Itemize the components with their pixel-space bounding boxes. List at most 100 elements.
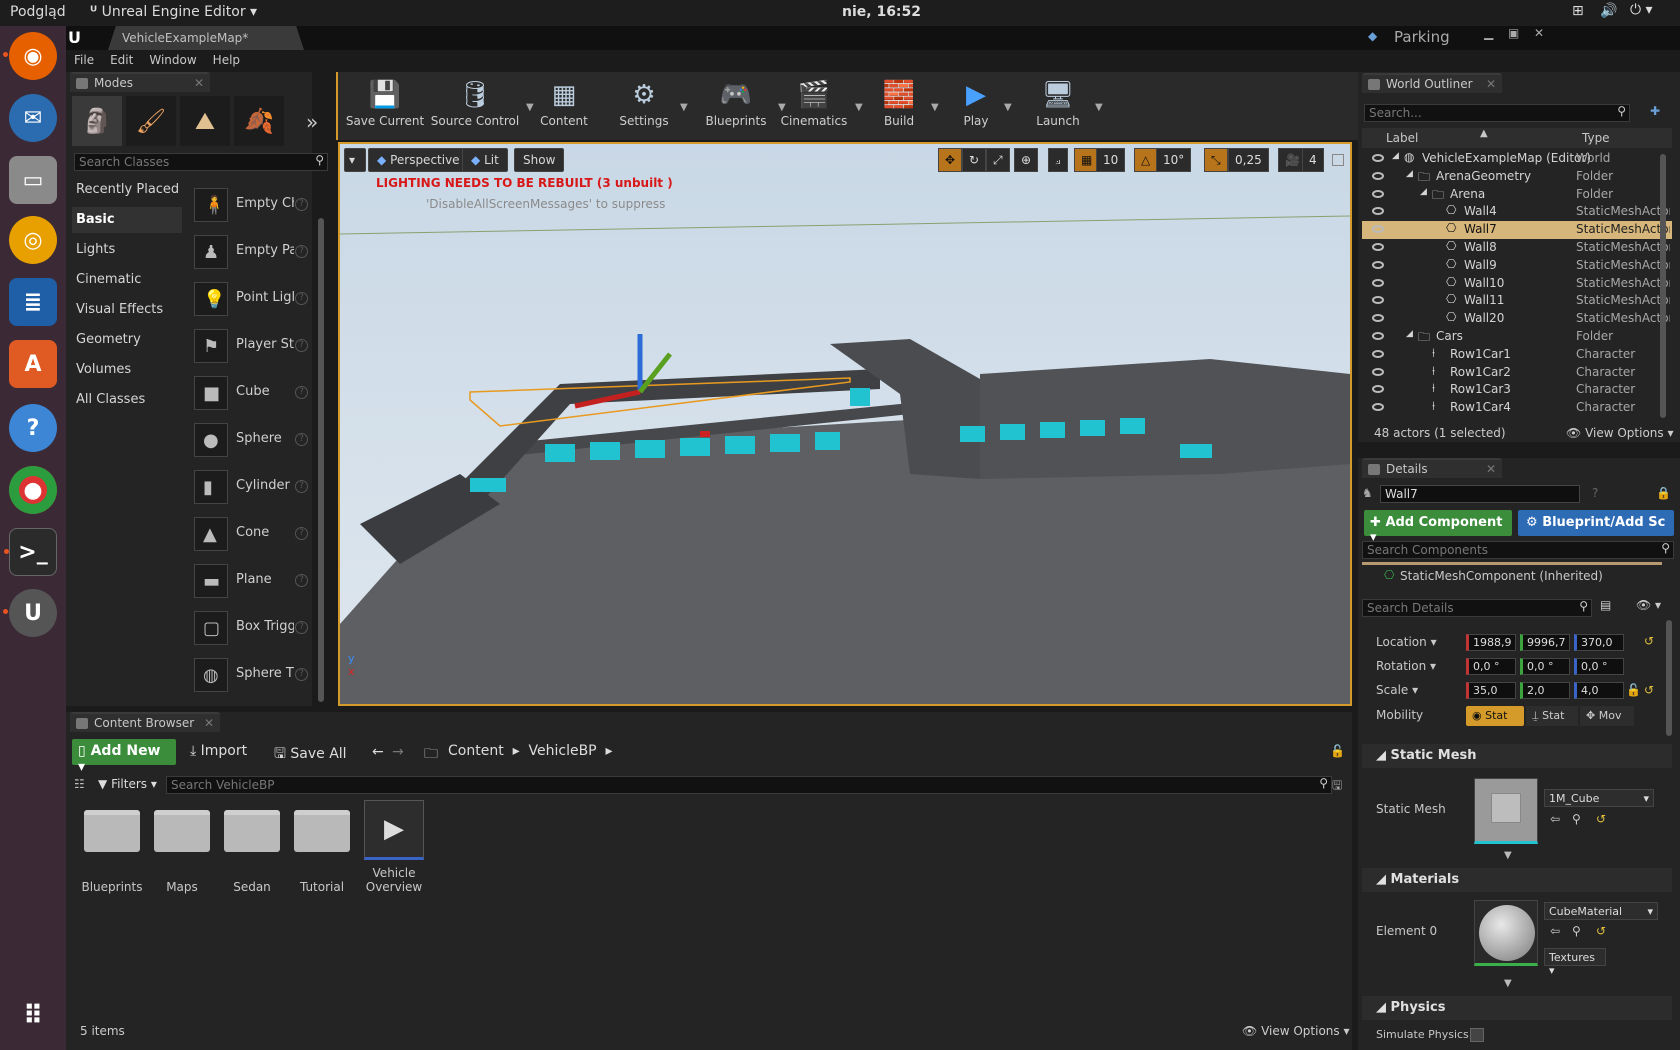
filters-button[interactable]: ▼ Filters ▾ [98,777,157,791]
maximize-viewport-icon[interactable] [1332,154,1344,166]
scale-snap-value[interactable]: 0,25 [1228,148,1269,172]
close-tab-icon[interactable]: ✕ [1486,462,1496,476]
eye-icon[interactable] [1372,367,1384,376]
place-item[interactable]: ◍ Sphere T? [194,654,308,696]
sources-panel-icon[interactable]: ☷ [74,777,85,791]
material-thumbnail[interactable] [1474,900,1538,966]
help-icon[interactable]: ? [295,527,308,540]
rotation-snap-icon[interactable]: △ [1134,148,1158,172]
mobility-static-button[interactable]: ◉ Stat [1466,706,1524,726]
chevron-down-icon[interactable]: ▼ [931,102,939,113]
eye-icon[interactable] [1372,314,1384,323]
content-item[interactable]: Sedan [220,810,284,894]
eye-icon[interactable] [1372,207,1384,216]
more-modes-icon[interactable]: » [306,110,318,134]
outliner-row[interactable]: ⍿ Row1Car3 Character [1362,381,1672,399]
terminal-icon[interactable]: >_ [4,528,57,576]
eye-icon[interactable] [1372,332,1384,340]
thunderbird-icon[interactable]: ✉ [9,94,57,142]
help-icon[interactable]: ? [1592,486,1598,500]
outliner-row[interactable]: ⎔ Wall9 StaticMeshActor [1362,257,1672,275]
content-view-options[interactable]: 👁 View Options ▾ [1242,1024,1350,1038]
expand-arrow-icon[interactable]: ◢ [1420,187,1427,197]
scale-snap-icon[interactable]: ⤡ [1204,148,1228,172]
outliner-row[interactable]: ⎔ Wall10 StaticMeshActor [1362,275,1672,293]
toolbar-settings-button[interactable]: ⚙ Settings [610,76,678,134]
scale-y[interactable]: 2,0 [1520,682,1570,699]
outliner-scrollbar[interactable] [1660,154,1666,418]
help-icon[interactable]: ? [295,621,308,634]
category-lights[interactable]: Lights [72,237,182,263]
place-item[interactable]: ♟ Empty Pa? [194,231,308,273]
category-basic[interactable]: Basic [72,207,182,233]
expand-arrow-icon[interactable]: ◢ [1406,329,1413,339]
outliner-row[interactable]: ◢ 🗀 Arena Folder [1362,186,1672,204]
forward-icon[interactable]: → [392,744,404,760]
chevron-down-icon[interactable]: ▼ [680,102,688,113]
label-column-header[interactable]: Label [1386,131,1418,145]
rhythmbox-icon[interactable]: ◎ [9,216,57,264]
expand-arrow-icon[interactable]: ◢ [1392,151,1399,161]
location-label[interactable]: Location ▾ [1376,635,1437,649]
rotation-x[interactable]: 0,0 ° [1466,658,1516,675]
save-all-button[interactable]: 🖫 Save All [274,743,347,767]
eye-icon[interactable] [1372,278,1384,287]
scale-label[interactable]: Scale ▾ [1376,683,1418,697]
toolbar-content-button[interactable]: ▦ Content [534,76,594,134]
outliner-view-options[interactable]: 👁 View Options ▾ [1566,426,1674,440]
details-tab[interactable]: Details ✕ [1362,458,1502,478]
actor-name-field[interactable]: Wall7 [1380,485,1580,503]
details-view-options-icon[interactable]: 👁 ▾ [1636,598,1661,612]
maximize-icon[interactable]: ▣ [1508,26,1519,40]
component-row[interactable]: ⎔ StaticMeshComponent (Inherited) [1362,562,1662,586]
window-title[interactable]: ᵁ Unreal Engine Editor ▾ [90,4,257,20]
toolbar-build-button[interactable]: 🧱 Build [869,76,929,134]
place-item[interactable]: ▬ Plane? [194,560,308,602]
close-icon[interactable]: ✕ [1534,26,1544,40]
outliner-tab[interactable]: World Outliner ✕ [1362,73,1502,93]
toolbar-cinematics-button[interactable]: 🎬 Cinematics [775,76,853,134]
location-y[interactable]: 9996,7 [1520,634,1570,651]
chevron-down-icon[interactable]: ▼ [1095,102,1103,113]
chevron-down-icon[interactable]: ▼ [855,102,863,113]
static-mesh-section[interactable]: ◢ Static Mesh [1362,744,1672,768]
location-z[interactable]: 370,0 [1574,634,1624,651]
add-component-button[interactable]: ✚ Add Component ▾ [1364,510,1512,545]
toolbar-launch-button[interactable]: 🖥 Launch [1023,76,1093,134]
help-icon[interactable]: ? [295,292,308,305]
menu-file[interactable]: File [66,50,102,70]
static-mesh-dropdown[interactable]: 1M_Cube ▾ [1544,789,1654,807]
eye-icon[interactable] [1372,189,1384,198]
content-search-input[interactable]: Search VehicleBP ⚲ [166,776,1332,794]
breadcrumb-content[interactable]: Content [448,743,504,759]
landscape-mode-icon[interactable]: ⛰ [180,96,230,146]
use-selected-icon[interactable]: ⇦ [1550,924,1560,938]
outliner-row[interactable]: ⍿ Row1Car2 Character [1362,364,1672,382]
rotation-label[interactable]: Rotation ▾ [1376,659,1436,673]
menu-help[interactable]: Help [205,50,248,70]
help-icon[interactable]: ? [295,339,308,352]
place-mode-icon[interactable]: 🗿 [72,96,122,146]
scale-z[interactable]: 4,0 [1574,682,1624,699]
close-tab-icon[interactable]: ✕ [1486,77,1496,91]
modes-tab[interactable]: Modes ✕ [70,72,210,92]
use-selected-icon[interactable]: ⇦ [1550,812,1560,826]
mobility-movable-button[interactable]: ✥ Mov [1580,706,1634,726]
content-item[interactable]: Tutorial [290,810,354,894]
foliage-mode-icon[interactable]: 🍂 [234,96,284,146]
content-browser-tab[interactable]: Content Browser ✕ [70,712,220,732]
reset-scale-icon[interactable]: ↺ [1644,683,1654,697]
outliner-row[interactable]: ⎔ Wall8 StaticMeshActor [1362,239,1672,257]
property-matrix-icon[interactable]: ▤ [1600,598,1611,612]
toolbar-save-current-button[interactable]: 💾 Save Current [344,76,426,134]
unreal-engine-icon[interactable]: U [3,589,57,637]
modes-scrollbar[interactable] [318,218,324,702]
outliner-row[interactable]: ◢ ◍ VehicleExampleMap (Editor) World [1362,150,1672,168]
lock-scale-icon[interactable]: 🔓 [1626,683,1641,697]
eye-icon[interactable] [1372,385,1384,394]
type-column-header[interactable]: Type [1582,131,1610,145]
add-new-button[interactable]: ▯ Add New ▾ [72,739,176,775]
rotate-tool-icon[interactable]: ↻ [962,148,987,172]
help-icon[interactable]: ? [9,404,57,452]
writer-icon[interactable]: ≣ [9,278,57,326]
